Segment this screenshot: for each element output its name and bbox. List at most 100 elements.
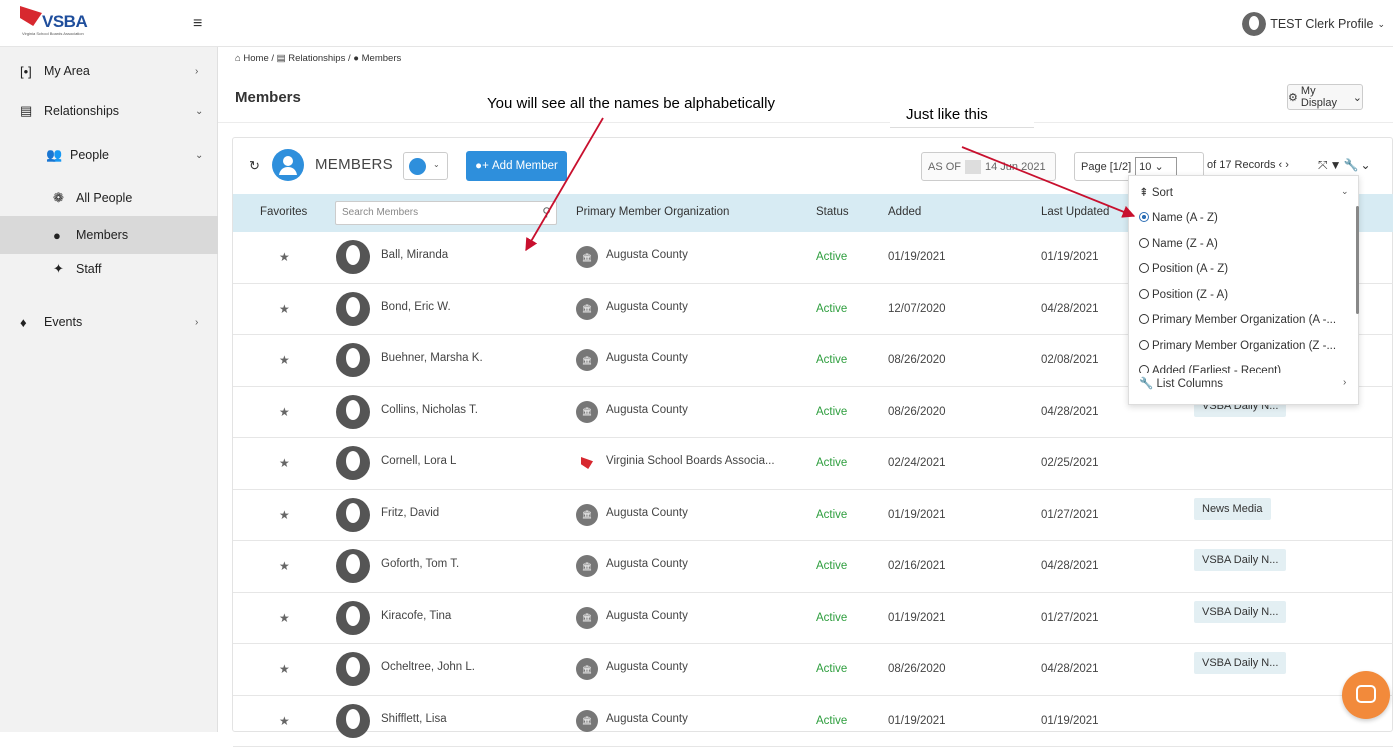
member-organization[interactable]: Augusta County bbox=[606, 507, 688, 519]
sort-option[interactable]: Position (A - Z) bbox=[1139, 263, 1228, 275]
member-name[interactable]: Ocheltree, John L. bbox=[381, 661, 475, 673]
scrollbar[interactable] bbox=[1356, 206, 1359, 314]
organization-icon: 🏛 bbox=[576, 607, 598, 629]
search-members-input[interactable]: Search Members ⚲ bbox=[335, 201, 557, 225]
member-avatar bbox=[336, 704, 370, 738]
sidebar-item-all-people[interactable]: ❁ All People bbox=[0, 179, 218, 217]
star-icon[interactable]: ★ bbox=[279, 508, 290, 522]
member-organization[interactable]: Augusta County bbox=[606, 661, 688, 673]
organization-icon: 🏛 bbox=[576, 555, 598, 577]
star-icon[interactable]: ★ bbox=[279, 250, 290, 264]
chat-launcher-button[interactable] bbox=[1342, 671, 1390, 719]
sidebar-item-relationships[interactable]: ▤ Relationships ⌄ bbox=[0, 92, 218, 130]
hamburger-menu-icon[interactable]: ≡ bbox=[193, 15, 202, 33]
table-row[interactable]: ★Ocheltree, John L.🏛Augusta CountyActive… bbox=[233, 644, 1393, 696]
breadcrumb-home[interactable]: Home bbox=[243, 53, 268, 64]
member-avatar bbox=[336, 652, 370, 686]
sidebar-item-members[interactable]: ● Members bbox=[0, 216, 218, 254]
refresh-icon[interactable]: ↻ bbox=[249, 158, 260, 174]
table-row[interactable]: ★Shifflett, Lisa🏛Augusta CountyActive01/… bbox=[233, 696, 1393, 747]
next-page-icon[interactable]: › bbox=[1285, 159, 1289, 171]
member-name[interactable]: Buehner, Marsha K. bbox=[381, 352, 483, 364]
member-status: Active bbox=[816, 303, 847, 315]
expand-icon[interactable]: ⤧ bbox=[1318, 158, 1330, 172]
favorites-header[interactable]: Favorites bbox=[260, 206, 307, 218]
member-organization[interactable]: Virginia School Boards Associa... bbox=[606, 455, 775, 467]
sort-option[interactable]: Name (Z - A) bbox=[1139, 238, 1218, 250]
sort-option-label: Primary Member Organization (A -... bbox=[1152, 314, 1336, 326]
member-avatar bbox=[336, 343, 370, 377]
table-row[interactable]: ★Kiracofe, Tina🏛Augusta CountyActive01/1… bbox=[233, 593, 1393, 645]
member-avatar bbox=[336, 240, 370, 274]
sort-option[interactable]: Position (Z - A) bbox=[1139, 289, 1228, 301]
add-member-button[interactable]: ●+ Add Member bbox=[466, 151, 567, 181]
sort-option[interactable]: Primary Member Organization (Z -... bbox=[1139, 340, 1336, 352]
star-icon[interactable]: ★ bbox=[279, 456, 290, 470]
member-organization[interactable]: Augusta County bbox=[606, 558, 688, 570]
table-row[interactable]: ★Goforth, Tom T.🏛Augusta CountyActive02/… bbox=[233, 541, 1393, 593]
breadcrumb-relationships[interactable]: Relationships bbox=[288, 53, 345, 64]
updated-header[interactable]: Last Updated bbox=[1041, 206, 1109, 218]
member-name[interactable]: Collins, Nicholas T. bbox=[381, 404, 478, 416]
member-organization[interactable]: Augusta County bbox=[606, 610, 688, 622]
status-header[interactable]: Status bbox=[816, 206, 849, 218]
sort-header[interactable]: ⇞ Sort bbox=[1139, 185, 1173, 199]
member-name[interactable]: Bond, Eric W. bbox=[381, 301, 451, 313]
organization-icon: 🏛 bbox=[576, 246, 598, 268]
added-header[interactable]: Added bbox=[888, 206, 921, 218]
list-columns-item[interactable]: 🔧 List Columns bbox=[1139, 376, 1223, 390]
star-icon[interactable]: ★ bbox=[279, 559, 290, 573]
member-tag: VSBA Daily N... bbox=[1194, 601, 1286, 623]
star-icon[interactable]: ★ bbox=[279, 405, 290, 419]
org-header[interactable]: Primary Member Organization bbox=[576, 206, 729, 218]
member-status: Active bbox=[816, 663, 847, 675]
my-display-button[interactable]: ⚙ My Display ⌄ bbox=[1287, 84, 1363, 110]
member-updated-date: 04/28/2021 bbox=[1041, 663, 1099, 675]
member-organization[interactable]: Augusta County bbox=[606, 249, 688, 261]
member-avatar bbox=[336, 498, 370, 532]
search-icon[interactable]: ⚲ bbox=[542, 205, 551, 219]
star-icon[interactable]: ★ bbox=[279, 302, 290, 316]
sidebar-item-label: Relationships bbox=[44, 104, 119, 118]
table-row[interactable]: ★Fritz, David🏛Augusta CountyActive01/19/… bbox=[233, 490, 1393, 542]
sort-option[interactable]: Primary Member Organization (A -... bbox=[1139, 314, 1336, 326]
member-name[interactable]: Fritz, David bbox=[381, 507, 439, 519]
table-row[interactable]: ★ Cornell, Lora L Virginia School Boards A… bbox=[233, 438, 1393, 490]
star-icon[interactable]: ★ bbox=[279, 662, 290, 676]
prev-page-icon[interactable]: ‹ bbox=[1279, 159, 1283, 171]
member-organization[interactable]: Augusta County bbox=[606, 404, 688, 416]
sidebar-item-my-area[interactable]: [•] My Area › bbox=[0, 52, 218, 90]
member-updated-date: 02/08/2021 bbox=[1041, 354, 1099, 366]
chevron-right-icon: › bbox=[195, 317, 198, 328]
chevron-down-icon[interactable]: ⌄ bbox=[1360, 158, 1372, 172]
sidebar-item-staff[interactable]: ✦ Staff bbox=[0, 250, 218, 288]
member-name[interactable]: Kiracofe, Tina bbox=[381, 610, 451, 622]
radio-icon bbox=[1139, 238, 1149, 248]
as-of-date-picker[interactable]: AS OF 14 Jun 2021 bbox=[921, 152, 1056, 181]
star-icon[interactable]: ★ bbox=[279, 714, 290, 728]
filter-icon[interactable]: ▼ bbox=[1330, 158, 1344, 172]
member-updated-date: 01/27/2021 bbox=[1041, 509, 1099, 521]
vsba-logo[interactable]: VSBA Virginia School Boards Association bbox=[20, 6, 118, 42]
list-tools: ⤧▼🔧⌄ bbox=[1318, 158, 1373, 173]
member-organization[interactable]: Augusta County bbox=[606, 301, 688, 313]
radio-icon bbox=[1139, 340, 1149, 350]
chevron-down-icon: ⌄ bbox=[195, 150, 203, 161]
member-organization[interactable]: Augusta County bbox=[606, 713, 688, 725]
member-added-date: 01/19/2021 bbox=[888, 715, 946, 727]
sort-option[interactable]: Name (A - Z) bbox=[1139, 212, 1218, 224]
member-name[interactable]: Shifflett, Lisa bbox=[381, 713, 447, 725]
star-icon[interactable]: ★ bbox=[279, 353, 290, 367]
page-size-select[interactable]: 10 ⌄ bbox=[1135, 157, 1177, 177]
member-type-dropdown[interactable]: ⌄ bbox=[403, 152, 448, 180]
member-name[interactable]: Cornell, Lora L bbox=[381, 455, 456, 467]
wrench-icon[interactable]: 🔧 bbox=[1344, 158, 1361, 172]
star-icon[interactable]: ★ bbox=[279, 611, 290, 625]
member-name[interactable]: Goforth, Tom T. bbox=[381, 558, 459, 570]
member-organization[interactable]: Augusta County bbox=[606, 352, 688, 364]
member-name[interactable]: Ball, Miranda bbox=[381, 249, 448, 261]
sidebar-item-events[interactable]: ♦ Events › bbox=[0, 303, 218, 341]
sidebar-item-people[interactable]: 👥 People ⌄ bbox=[0, 136, 218, 174]
profile-menu[interactable]: TEST Clerk Profile ⌄ bbox=[1242, 12, 1385, 36]
sort-option[interactable]: Added (Earliest - Recent) bbox=[1139, 365, 1281, 373]
